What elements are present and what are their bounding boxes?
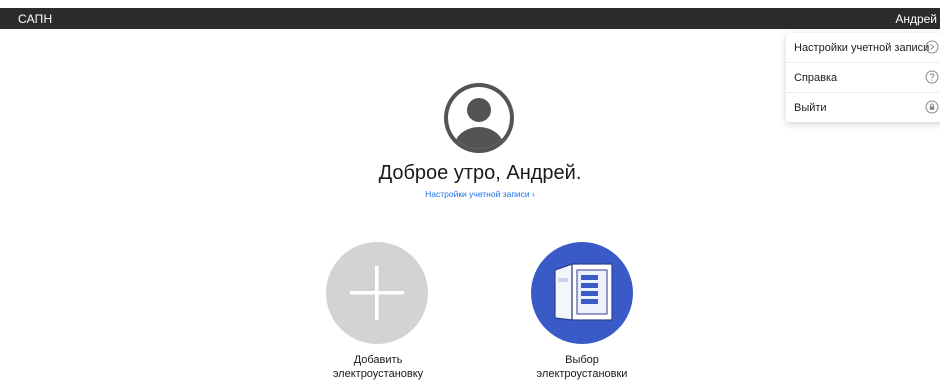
account-settings-link[interactable]: Настройки учетной записи ›: [0, 189, 940, 199]
plus-icon: [326, 242, 428, 344]
lock-circle-icon: [925, 100, 939, 114]
user-dropdown-menu: Настройки учетной записи Справка Выйти: [786, 33, 940, 122]
help-circle-icon: [925, 70, 939, 84]
menu-item-account-settings[interactable]: Настройки учетной записи: [786, 33, 940, 62]
electrical-cabinet-icon: [531, 242, 633, 344]
app-title: САПН: [18, 12, 53, 26]
tile-caption-line: Добавить электроустановку: [332, 354, 424, 380]
menu-item-label: Справка: [794, 72, 838, 84]
top-bar: САПН Андрей: [0, 8, 940, 29]
menu-item-label: Выйти: [794, 102, 827, 114]
avatar: [444, 83, 514, 153]
user-menu-button[interactable]: Андрей: [895, 12, 937, 26]
arrow-right-circle-icon: [925, 40, 939, 54]
menu-item-help[interactable]: Справка: [786, 62, 940, 92]
greeting-heading: Доброе утро, Андрей.: [378, 162, 582, 184]
add-installation-caption: Добавить электроустановку: [318, 353, 438, 381]
tile-caption-line: Выбор электроустановки: [536, 354, 628, 380]
menu-item-logout[interactable]: Выйти: [786, 92, 940, 122]
select-installation-caption: Выбор электроустановки: [522, 353, 642, 381]
menu-item-label: Настройки учетной записи: [794, 42, 930, 54]
